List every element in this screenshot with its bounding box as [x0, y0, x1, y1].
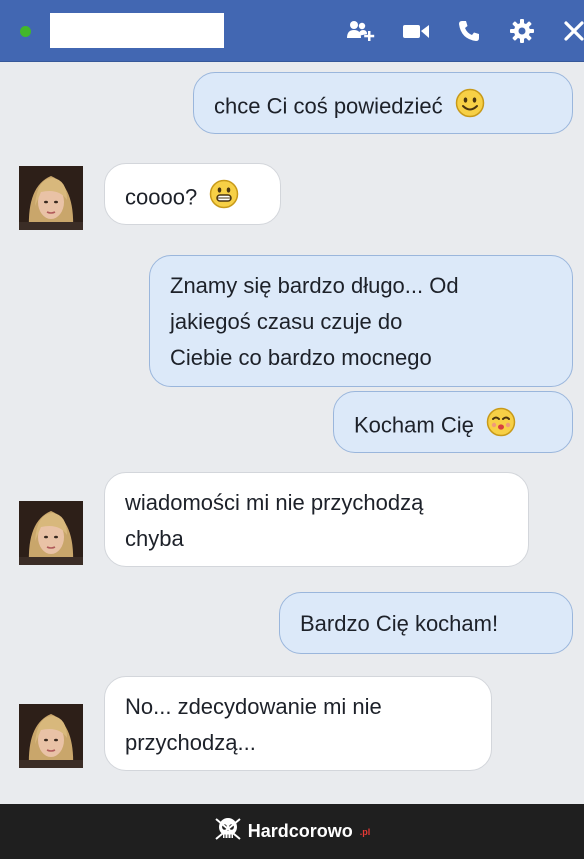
message-text: Bardzo Cię kocham! [300, 611, 499, 636]
message-line: chyba [125, 526, 184, 551]
message-thread[interactable]: chce Ci coś powiedzieć coooo? Znamy się … [0, 62, 584, 804]
avatar[interactable] [19, 704, 83, 768]
phone-icon[interactable] [454, 16, 484, 46]
message-text: coooo? [125, 184, 198, 210]
watermark-footer: Hardcorowo .pl [0, 804, 584, 859]
outgoing-message[interactable]: Kocham Cię [333, 391, 573, 453]
incoming-message[interactable]: wiadomości mi nie przychodzą chyba [104, 472, 529, 567]
message-text: Kocham Cię [354, 412, 474, 438]
outgoing-message[interactable]: Bardzo Cię kocham! [279, 592, 573, 654]
add-friend-icon[interactable] [346, 16, 376, 46]
avatar[interactable] [19, 166, 83, 230]
message-text: chce Ci coś powiedzieć [214, 93, 443, 119]
message-line: Ciebie co bardzo mocnego [170, 345, 432, 370]
chat-header [0, 0, 584, 62]
close-icon[interactable] [559, 16, 584, 46]
video-call-icon[interactable] [401, 16, 431, 46]
online-status-dot [20, 26, 31, 37]
gear-icon[interactable] [507, 16, 537, 46]
outgoing-message[interactable]: chce Ci coś powiedzieć [193, 72, 573, 134]
message-line: Znamy się bardzo długo... Od [170, 273, 459, 298]
avatar[interactable] [19, 501, 83, 565]
brand-name: Hardcorowo [247, 821, 353, 841]
message-line: wiadomości mi nie przychodzą [125, 490, 424, 515]
brand-suffix: .pl [359, 826, 371, 837]
incoming-message[interactable]: coooo? [104, 163, 281, 225]
message-line: przychodzą... [125, 730, 256, 755]
grin-emoji-icon [209, 179, 239, 218]
smile-emoji-icon [455, 88, 485, 127]
kiss-emoji-icon [486, 407, 516, 446]
outgoing-message[interactable]: Znamy się bardzo długo... Od jakiegoś cz… [149, 255, 573, 387]
skull-logo-icon [214, 815, 242, 848]
contact-name[interactable] [50, 13, 224, 48]
message-line: No... zdecydowanie mi nie [125, 694, 382, 719]
incoming-message[interactable]: No... zdecydowanie mi nie przychodzą... [104, 676, 492, 771]
message-line: jakiegoś czasu czuje do [170, 309, 403, 334]
